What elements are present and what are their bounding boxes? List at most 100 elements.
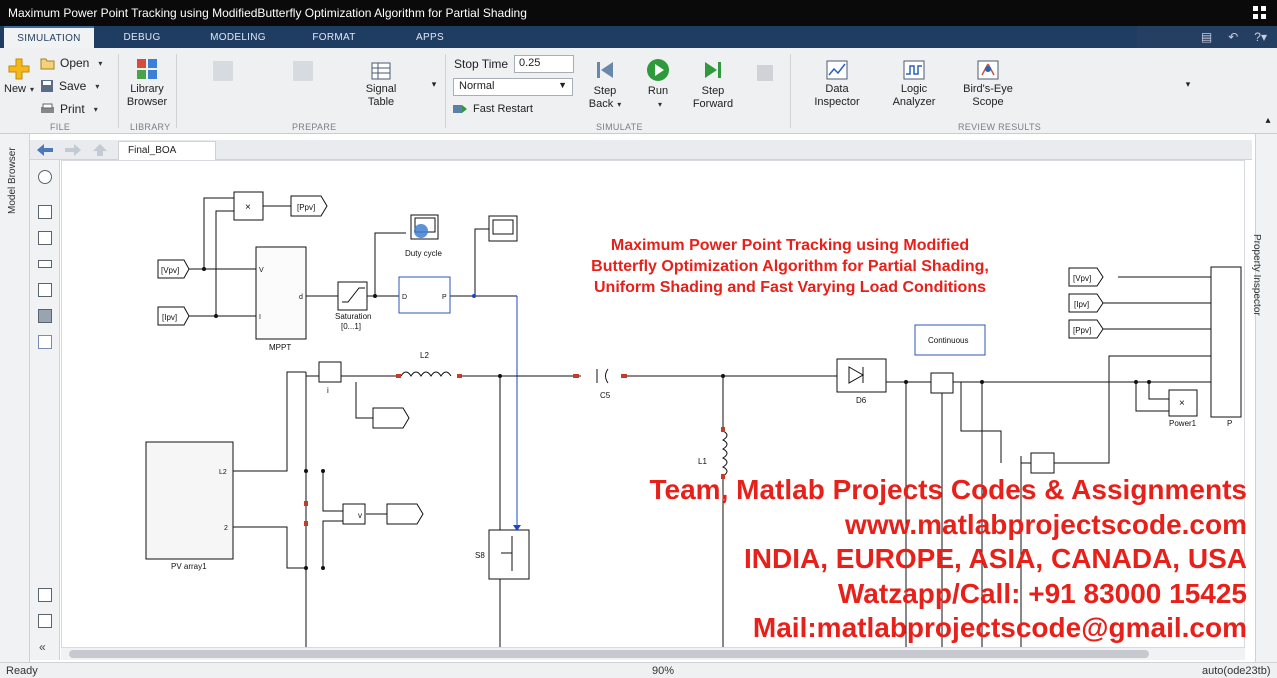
- stop-time-input[interactable]: 0.25: [514, 55, 574, 73]
- tab-debug[interactable]: DEBUG: [94, 26, 190, 48]
- logic-analyzer-button[interactable]: Logic Analyzer: [886, 60, 942, 109]
- fast-restart-icon: [453, 105, 467, 113]
- group-separator: [176, 54, 177, 128]
- simulation-mode-value: Normal: [459, 80, 495, 92]
- new-button[interactable]: New ▾: [4, 58, 34, 96]
- diode-d6-label: D6: [856, 396, 867, 405]
- window-title: Maximum Power Point Tracking using Modif…: [8, 6, 527, 20]
- birds-eye-scope-button[interactable]: Bird's-Eye Scope: [958, 60, 1018, 109]
- ribbon-toolstrip: New ▾ Open ▾ Save ▾ Print ▾ FILE Library Brow…: [0, 48, 1277, 134]
- save-quick-icon[interactable]: ▤: [1201, 30, 1212, 44]
- new-plus-icon: [8, 58, 30, 80]
- collapse-ribbon-icon[interactable]: ▴: [1262, 114, 1274, 127]
- open-button[interactable]: Open ▾: [40, 56, 102, 70]
- image-icon[interactable]: [38, 309, 52, 323]
- ribbon-tabs: SIMULATION DEBUG MODELING FORMAT APPS ▤ …: [0, 26, 1277, 48]
- help-icon[interactable]: ?▾: [1254, 30, 1267, 44]
- pv-port-l2: L2: [219, 469, 227, 476]
- step-forward-label-1: Step: [701, 85, 725, 97]
- from-ipv-label: [Ipv]: [162, 313, 177, 322]
- goto-ppv-right: [Ppv]: [1073, 326, 1091, 335]
- area-icon[interactable]: [38, 335, 52, 349]
- data-inspector-label-1: Data: [825, 83, 849, 95]
- inductor-l1-label: L1: [698, 457, 707, 466]
- annotation-icon[interactable]: [38, 283, 52, 297]
- up-arrow-icon[interactable]: [92, 143, 108, 157]
- current-meas-label: i: [327, 386, 329, 395]
- cursor-highlight: [414, 224, 428, 238]
- simulation-mode-select[interactable]: Normal ▼: [453, 78, 573, 96]
- product-power-sign: ×: [1179, 398, 1185, 409]
- overlay-title-line-1: Maximum Power Point Tracking using Modif…: [610, 237, 970, 254]
- signal-table-button[interactable]: Signal Table: [358, 62, 404, 109]
- scrollbar-thumb[interactable]: [69, 650, 1149, 658]
- tab-modeling[interactable]: MODELING: [190, 26, 286, 48]
- step-back-button[interactable]: Step Back ▾: [585, 58, 625, 111]
- birds-eye-label-1: Bird's-Eye: [963, 83, 1013, 95]
- library-browser-button[interactable]: Library Browser: [124, 58, 170, 109]
- forward-arrow-icon[interactable]: [64, 143, 82, 157]
- group-separator: [445, 54, 446, 128]
- model-browser-strip[interactable]: Model Browser: [0, 134, 30, 662]
- title-bar: Maximum Power Point Tracking using Modif…: [0, 0, 1277, 26]
- save-button[interactable]: Save ▾: [40, 79, 99, 93]
- pwm-port-d: D: [402, 294, 407, 301]
- step-back-label-2: Back: [588, 98, 614, 110]
- window-layout-icon[interactable]: [1253, 6, 1267, 20]
- step-back-icon: [597, 62, 613, 78]
- status-bar: Ready 90% auto(ode23tb): [0, 662, 1277, 678]
- group-separator: [790, 54, 791, 128]
- status-zoom: 90%: [652, 665, 675, 677]
- step-forward-label-2: Forward: [692, 98, 734, 110]
- folder-icon: [40, 58, 55, 69]
- stop-time-label: Stop Time: [454, 57, 509, 71]
- property-inspector-strip[interactable]: Property Inspector: [1251, 134, 1277, 662]
- prepare-expand-arrow[interactable]: ▾: [428, 78, 440, 91]
- prepare-disabled-button-1[interactable]: [200, 58, 246, 87]
- goto-ppv-label: [Ppv]: [297, 203, 315, 212]
- hide-show-explorer-icon[interactable]: [38, 170, 52, 184]
- birds-eye-label-2: Scope: [972, 96, 1004, 108]
- model-tab-final-boa[interactable]: Final_BOA: [118, 141, 216, 160]
- logic-analyzer-icon: [903, 60, 925, 80]
- run-caret: ▾: [657, 100, 662, 109]
- step-back-label-1: Step: [593, 85, 617, 97]
- goto-ipv-right: [Ipv]: [1074, 300, 1089, 309]
- prepare-disabled-button-2[interactable]: [280, 58, 326, 87]
- review-expand-arrow[interactable]: ▾: [1182, 78, 1194, 91]
- stop-button[interactable]: [750, 62, 780, 87]
- signal-table-label-1: Signal: [365, 83, 397, 95]
- collapse-palette-icon[interactable]: «: [39, 640, 46, 654]
- pv-array-label: PV array1: [171, 562, 207, 571]
- data-inspector-button[interactable]: Data Inspector: [812, 60, 862, 109]
- screenshot-icon[interactable]: [38, 588, 52, 602]
- print-button[interactable]: Print ▾: [40, 102, 98, 116]
- zoom-icon[interactable]: [38, 205, 52, 219]
- fast-restart-label: Fast Restart: [473, 103, 533, 115]
- horizontal-scrollbar[interactable]: [61, 648, 1245, 660]
- step-forward-icon: [705, 62, 721, 78]
- step-forward-button[interactable]: Step Forward: [690, 58, 736, 111]
- run-label: Run: [647, 85, 669, 97]
- group-label-file: FILE: [50, 122, 71, 132]
- mppt-port-d: d: [299, 294, 303, 301]
- undo-icon[interactable]: ↶: [1228, 30, 1238, 44]
- run-button[interactable]: Run ▾: [640, 58, 676, 111]
- fit-to-view-icon[interactable]: [38, 231, 52, 245]
- tab-apps[interactable]: APPS: [382, 26, 478, 48]
- table-icon: [371, 62, 391, 80]
- fast-restart-toggle[interactable]: Fast Restart: [452, 103, 533, 115]
- back-arrow-icon[interactable]: [36, 143, 54, 157]
- tab-simulation[interactable]: SIMULATION: [4, 26, 94, 48]
- open-label: Open: [60, 56, 90, 70]
- model-icon[interactable]: [38, 614, 52, 628]
- property-inspector-label[interactable]: Property Inspector: [1251, 234, 1262, 316]
- signal-line-icon[interactable]: [38, 260, 52, 268]
- tab-format[interactable]: FORMAT: [286, 26, 382, 48]
- capacitor-c5-label: C5: [600, 391, 611, 400]
- model-browser-label[interactable]: Model Browser: [7, 147, 18, 214]
- inductor-l2-label: L2: [420, 351, 429, 360]
- save-label: Save: [59, 79, 87, 93]
- overlay-team-line-2: www.matlabprojectscode.com: [845, 508, 1247, 540]
- status-solver[interactable]: auto(ode23tb): [1202, 665, 1271, 677]
